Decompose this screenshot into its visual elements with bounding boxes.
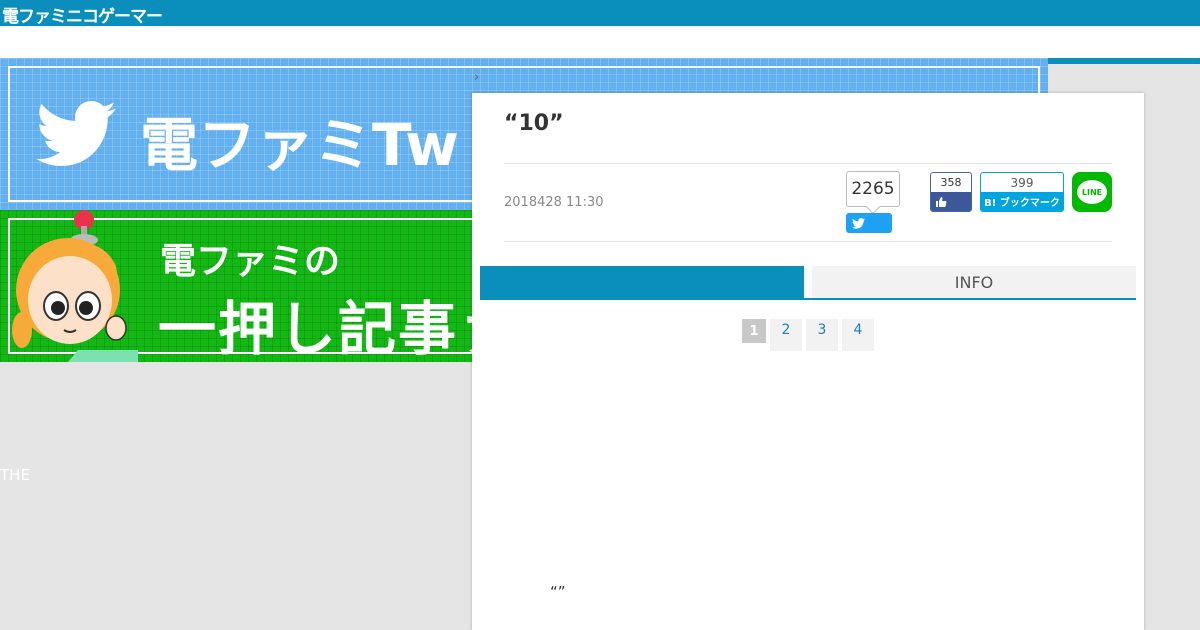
pickup-banner-line2: 一押し記事ァ [158,295,480,362]
pagination: 1 2 3 4 [742,319,874,351]
page-1[interactable]: 1 [742,319,766,343]
tab-info[interactable]: INFO [812,266,1136,298]
twitter-bird-icon [36,101,116,166]
line-share-button[interactable]: LINE [1072,172,1112,212]
twitter-share-count: 2265 [846,171,900,207]
nav-bar [0,26,1200,58]
facebook-like-button[interactable]: 358 [930,172,972,212]
twitter-banner-text: 電ファミTw [140,111,459,179]
article-quote: “” [550,583,566,601]
article-date: 2018428 11:30 [504,195,604,210]
top-bar: 電ファミニコゲーマー [0,0,1200,27]
page-2[interactable]: 2 [770,319,802,351]
twitter-share-button[interactable] [846,213,892,233]
site-logo-text: 電ファミニコゲーマー [2,7,163,27]
article-card: “10” 2018428 11:30 2265 358 399 B! ブックマー… [472,93,1144,630]
sidebar-text: THE [0,466,30,484]
divider-top [504,163,1112,164]
line-icon: LINE [1077,180,1107,204]
mascot-girl-icon [12,210,138,362]
breadcrumb-chevron-icon: › [474,70,480,85]
hatena-bookmark-label: B! ブックマーク [981,192,1063,211]
divider-bottom [504,241,1112,242]
hatena-bookmark-count: 399 [1010,176,1034,190]
tab-article[interactable] [480,266,804,298]
tab-underline [480,298,1136,300]
article-title: “10” [504,111,564,136]
page-4[interactable]: 4 [842,319,874,351]
twitter-icon [852,217,865,229]
thumbs-up-icon [936,196,947,207]
facebook-like-bar [931,192,971,211]
site-logo[interactable]: 電ファミニコゲーマー [2,2,163,27]
nav-accent-line [1048,58,1200,64]
facebook-like-count: 358 [940,176,962,189]
pickup-banner[interactable]: 電ファミの 一押し記事ァ [0,210,480,362]
page-3[interactable]: 3 [806,319,838,351]
pickup-banner-line1: 電ファミの [160,241,341,282]
hatena-bookmark-button[interactable]: 399 B! ブックマーク [980,172,1064,212]
